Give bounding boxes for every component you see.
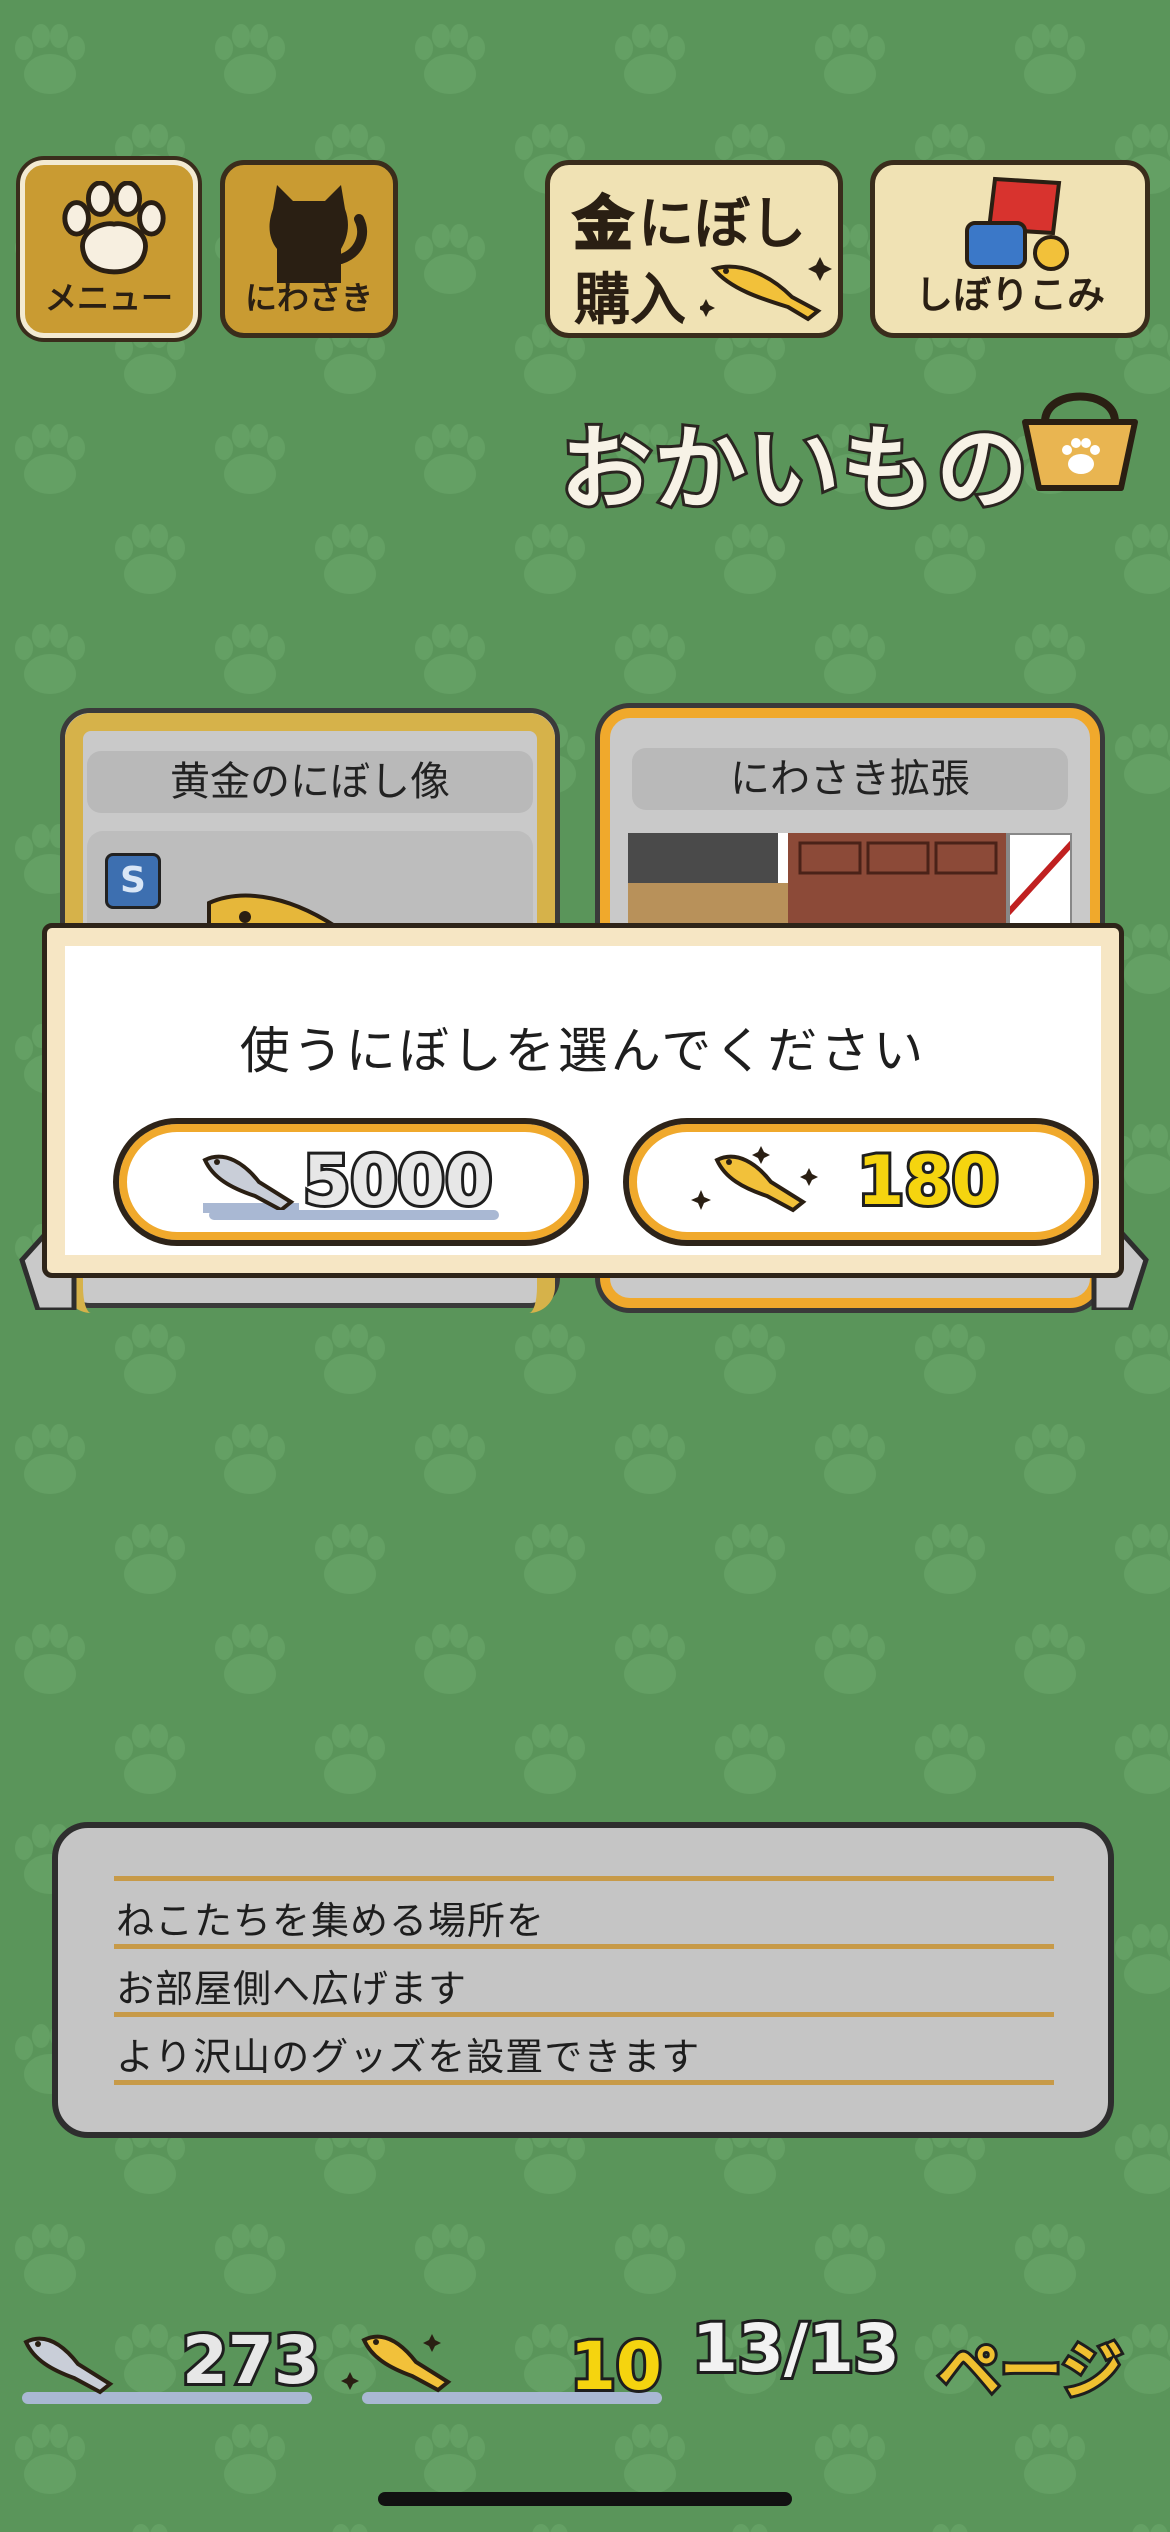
- silver-niboshi-icon: [23, 2336, 114, 2395]
- page-label: ページ: [935, 2331, 1126, 2410]
- yard-label: にわさき: [244, 279, 373, 317]
- ruled-line: [114, 2080, 1054, 2085]
- gold-kanji-label: 金: [572, 189, 633, 260]
- gold-niboshi-icon: [691, 1146, 818, 1213]
- home-indicator[interactable]: [378, 2492, 792, 2506]
- gold-niboshi-icon: [341, 2334, 452, 2393]
- buy-gold-niboshi-button[interactable]: 金 にぼし 購入: [545, 160, 843, 338]
- menu-label: メニュー: [44, 279, 173, 317]
- buy-gold-line2: 購入: [574, 268, 686, 333]
- dialog-message: 使うにぼしを選んでください: [239, 1022, 927, 1080]
- ruled-line: [114, 1876, 1054, 1881]
- currency-select-dialog: 使うにぼしを選んでください 5000 180: [42, 923, 1124, 1278]
- silver-count: 273: [179, 2319, 323, 2402]
- gold-price: 180: [854, 1139, 1002, 1224]
- pay-silver-niboshi-button[interactable]: 5000: [113, 1118, 589, 1246]
- page-indicator: 13/13: [689, 2307, 903, 2390]
- silver-underline: [209, 1210, 499, 1220]
- gold-niboshi-icon: [700, 257, 832, 322]
- description-line-1: ねこたちを集める場所を: [116, 1899, 546, 1943]
- pay-gold-niboshi-button[interactable]: 180: [623, 1118, 1099, 1246]
- size-badge: S: [105, 853, 161, 909]
- dialog-body: 使うにぼしを選んでください 5000 180: [65, 946, 1101, 1255]
- yard-button[interactable]: にわさき: [220, 160, 398, 338]
- item-description-panel: ねこたちを集める場所を お部屋側へ広げます より沢山のグッズを設置できます: [52, 1822, 1114, 2138]
- shop-title: おかいもの: [557, 413, 1031, 526]
- card-title: にわさき拡張: [632, 748, 1068, 810]
- ruled-line: [114, 1944, 1054, 1949]
- squeeze-filter-button[interactable]: しぼりこみ: [870, 160, 1150, 338]
- gold-count: 10: [567, 2325, 665, 2408]
- description-line-2: お部屋側へ広げます: [116, 1967, 468, 2011]
- squeeze-label: しぼりこみ: [914, 273, 1105, 317]
- description-line-3: より沢山のグッズを設置できます: [116, 2035, 701, 2079]
- filter-goods-icon: [965, 176, 1069, 271]
- ruled-line: [114, 2012, 1054, 2017]
- card-title: 黄金のにぼし像: [87, 751, 533, 813]
- menu-button[interactable]: メニュー: [20, 160, 198, 338]
- basket-icon: [1022, 392, 1138, 491]
